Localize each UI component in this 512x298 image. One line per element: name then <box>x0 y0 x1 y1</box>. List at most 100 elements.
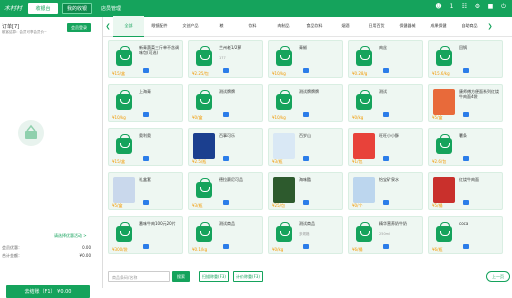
promotion-link[interactable]: 请选择优惠活动 > <box>54 233 87 239</box>
product-card[interactable]: 测试 ¥0/kg <box>348 84 423 122</box>
product-image <box>432 88 456 116</box>
product-card[interactable]: 番味牛肉100元20片 ¥300/袋 <box>108 216 183 254</box>
edit-badge-icon[interactable] <box>143 112 149 117</box>
edit-badge-icon[interactable] <box>223 156 229 161</box>
bag-icon <box>356 46 372 66</box>
bag-icon <box>196 178 212 198</box>
bag-icon <box>116 134 132 154</box>
product-card[interactable]: 青椒 ¥10/kg <box>268 40 343 78</box>
product-card[interactable]: 测试商品 ¥0.1/kg <box>188 216 263 254</box>
edit-badge-icon[interactable] <box>463 244 469 249</box>
edit-badge-icon[interactable] <box>383 244 389 249</box>
product-card[interactable]: 回锅 ¥15.6/kg <box>428 40 503 78</box>
product-name: 测试牌牌 <box>219 89 235 94</box>
power-icon[interactable]: ⏻ <box>499 3 508 11</box>
order-subtitle: 散客结算：会员可享会员价~ <box>2 30 47 34</box>
edit-badge-icon[interactable] <box>463 200 469 205</box>
product-card[interactable]: 新青蔬菜三斤单不含调味包(可选) ¥15/盒 <box>108 40 183 78</box>
edit-badge-icon[interactable] <box>463 156 469 161</box>
product-card[interactable]: 康师傅方便面系列红烧牛肉面4袋 ¥5/盒 <box>428 84 503 122</box>
edit-badge-icon[interactable] <box>223 244 229 249</box>
category-tab[interactable]: 日用百货 <box>361 16 392 37</box>
edit-badge-icon[interactable] <box>143 68 149 73</box>
edit-badge-icon[interactable] <box>383 68 389 73</box>
edit-badge-icon[interactable] <box>303 200 309 205</box>
product-card[interactable]: 百事可乐 ¥2.5/瓶 <box>188 128 263 166</box>
category-tab[interactable]: 粮 <box>206 16 237 37</box>
edit-badge-icon[interactable] <box>383 200 389 205</box>
product-card[interactable]: 测试牌牌 ¥0/盒 <box>188 84 263 122</box>
product-card[interactable]: 测试商品 多规格 ¥0/kg <box>268 216 343 254</box>
product-name: 礼盒套 <box>139 177 151 182</box>
edit-badge-icon[interactable] <box>383 156 389 161</box>
edit-badge-icon[interactable] <box>303 112 309 117</box>
product-image <box>112 220 136 248</box>
product-image <box>112 44 136 72</box>
edit-badge-icon[interactable] <box>143 244 149 249</box>
product-card[interactable]: 德拉赛尼可品 ¥3/瓶 <box>188 172 263 210</box>
product-image <box>192 132 216 160</box>
user-icon[interactable]: ☻ <box>434 3 443 11</box>
category-tab[interactable]: 成果保健 <box>423 16 454 37</box>
search-button[interactable]: 搜索 <box>172 271 190 282</box>
product-image <box>272 88 296 116</box>
category-tab[interactable]: 烟酒 <box>330 16 361 37</box>
product-card[interactable]: 红烧牛肉面 ¥5/桶 <box>428 172 503 210</box>
category-tab[interactable]: 全部 <box>113 16 144 37</box>
product-name: 测试商品 <box>219 221 235 226</box>
cashier-button[interactable]: 收银台 <box>28 3 58 14</box>
edit-badge-icon[interactable] <box>143 156 149 161</box>
edit-badge-icon[interactable] <box>303 156 309 161</box>
category-tab[interactable]: 自助商品 <box>454 16 485 37</box>
product-card[interactable]: 肉丝 ¥0.28/g <box>348 40 423 78</box>
user-count: 1 <box>449 3 454 10</box>
product-card[interactable]: coca ¥6/瓶 <box>428 216 503 254</box>
product-card[interactable]: 奥利奥 ¥15/盒 <box>108 128 183 166</box>
product-price: ¥15/盒 <box>112 71 125 76</box>
product-card[interactable]: 精华营养奶牛奶 250ml ¥6/桶 <box>348 216 423 254</box>
product-card[interactable]: 兰州老1/2萝 177 ¥2.25/包 <box>188 40 263 78</box>
product-price: ¥25/包 <box>272 203 285 208</box>
category-tab[interactable]: 饮料 <box>237 16 268 37</box>
order-title: 订单[7] <box>2 24 20 30</box>
prev-page-button[interactable]: 上一页 <box>486 271 510 282</box>
staff-button[interactable]: 店员管理 <box>96 3 126 14</box>
cart-icon[interactable]: ☷ <box>460 3 469 11</box>
product-card[interactable]: 上海青 ¥10/kg <box>108 84 183 122</box>
product-card[interactable]: 怡宝矿泉水 ¥0/个 <box>348 172 423 210</box>
edit-badge-icon[interactable] <box>463 68 469 73</box>
category-right-arrow[interactable]: ❯ <box>485 23 495 30</box>
category-tab[interactable]: 文创产品 <box>175 16 206 37</box>
edit-badge-icon[interactable] <box>143 200 149 205</box>
price-weigh-button[interactable]: 计价称重(F3) <box>233 271 263 282</box>
total-row: 合计金额： ¥0.00 <box>2 253 91 258</box>
checkout-button[interactable]: 去结账（F1） ¥0.00 <box>6 285 90 298</box>
product-card[interactable]: 薯条 ¥2.6/包 <box>428 128 503 166</box>
edit-badge-icon[interactable] <box>303 244 309 249</box>
category-left-arrow[interactable]: ❮ <box>103 23 113 30</box>
edit-badge-icon[interactable] <box>223 200 229 205</box>
scan-weigh-button[interactable]: 扫描称重(F3) <box>199 271 229 282</box>
category-tab[interactable]: 保健器械 <box>392 16 423 37</box>
product-card[interactable]: 百岁山 ¥3/瓶 <box>268 128 343 166</box>
edit-badge-icon[interactable] <box>463 112 469 117</box>
category-tab[interactable]: 肉制品 <box>268 16 299 37</box>
edit-badge-icon[interactable] <box>303 68 309 73</box>
category-tab[interactable]: 食品饮料 <box>299 16 330 37</box>
category-tab[interactable]: 眼镜配件 <box>144 16 175 37</box>
edit-badge-icon[interactable] <box>383 112 389 117</box>
edit-badge-icon[interactable] <box>223 112 229 117</box>
edit-badge-icon[interactable] <box>223 68 229 73</box>
product-image <box>192 44 216 72</box>
product-price: ¥300/袋 <box>112 247 128 252</box>
product-card[interactable]: 海味酷 ¥25/包 <box>268 172 343 210</box>
my-cashier-button[interactable]: 我的收银 <box>62 3 92 14</box>
product-card[interactable]: 旺旺小小酥 ¥1/包 <box>348 128 423 166</box>
product-name: 番味牛肉100元20片 <box>139 221 176 226</box>
product-card[interactable]: 测试牌牌牌 ¥10/kg <box>268 84 343 122</box>
settings-icon[interactable]: ⚙ <box>473 3 482 11</box>
lock-icon[interactable]: ■ <box>486 3 495 11</box>
member-login-button[interactable]: 会员登录 <box>67 23 91 32</box>
search-input[interactable]: 商品条码/名称 <box>108 271 170 282</box>
product-card[interactable]: 礼盒套 ¥5/盒 <box>108 172 183 210</box>
